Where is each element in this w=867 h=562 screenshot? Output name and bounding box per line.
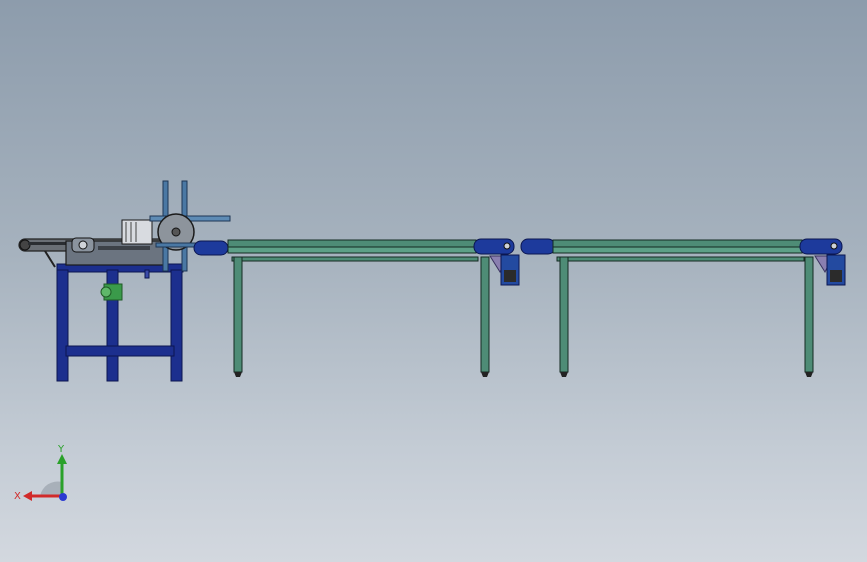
machine-stand (56, 263, 184, 382)
cad-viewport[interactable]: Y X (0, 0, 867, 562)
conveyor-2-rail (552, 239, 805, 262)
conveyor-section-1[interactable] (227, 238, 520, 377)
transfer-block (193, 240, 229, 256)
cutter-housing (65, 219, 165, 266)
conveyor-1-feet (234, 372, 489, 377)
conveyor-1-legs (233, 256, 490, 373)
conveyor-assembly-model[interactable] (0, 0, 867, 562)
x-axis-arrow-icon (23, 491, 32, 501)
conveyor-2-legs (559, 256, 814, 373)
drive-motor (100, 283, 123, 301)
y-axis-arrow-icon (57, 454, 67, 464)
x-axis-label: X (14, 491, 21, 502)
conveyor-2-tail-end (520, 238, 556, 255)
triad-plane (40, 481, 62, 496)
z-axis-dot-icon (59, 493, 67, 501)
conveyor-1-rail (227, 239, 479, 262)
infeed-unit[interactable] (18, 180, 231, 382)
conveyor-2-feet (560, 372, 813, 377)
conveyor-section-2[interactable] (520, 238, 846, 377)
y-axis-label: Y (57, 444, 65, 455)
orientation-triad: Y X (14, 444, 67, 502)
